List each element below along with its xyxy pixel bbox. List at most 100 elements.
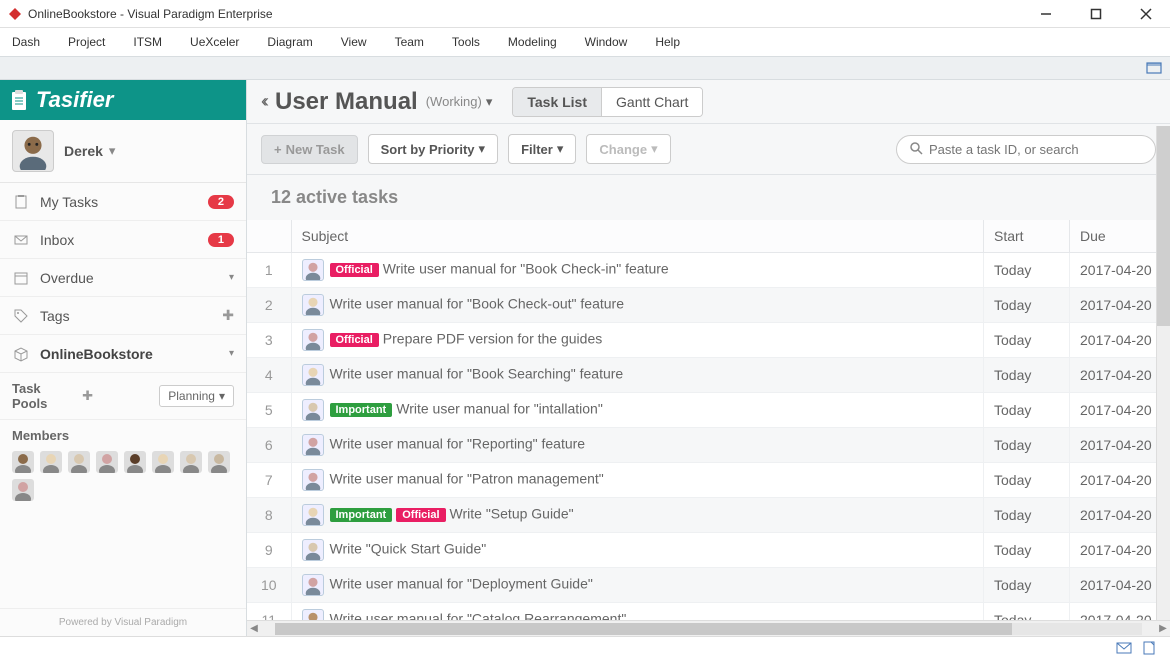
sidebar-item-overdue[interactable]: Overdue ▾ — [0, 259, 246, 297]
menu-item-view[interactable]: View — [341, 35, 367, 49]
clipboard-icon — [12, 193, 30, 211]
maximize-button[interactable] — [1080, 4, 1112, 24]
sidebar-item-inbox[interactable]: Inbox 1 — [0, 221, 246, 259]
new-task-button[interactable]: + New Task — [261, 135, 358, 164]
user-selector[interactable]: Derek ▾ — [0, 120, 246, 183]
tab-task-list[interactable]: Task List — [513, 88, 601, 116]
col-due[interactable]: Due — [1070, 220, 1170, 253]
sort-dropdown[interactable]: Sort by Priority ▾ — [368, 134, 498, 164]
menu-item-tools[interactable]: Tools — [452, 35, 480, 49]
member-avatar[interactable] — [152, 451, 174, 473]
menu-item-diagram[interactable]: Diagram — [267, 35, 312, 49]
row-start: Today — [984, 393, 1070, 428]
table-row[interactable]: 5ImportantWrite user manual for "intalla… — [247, 393, 1170, 428]
table-row[interactable]: 8ImportantOfficialWrite "Setup Guide"Tod… — [247, 498, 1170, 533]
scroll-thumb[interactable] — [275, 623, 1012, 635]
col-number[interactable] — [247, 220, 291, 253]
horizontal-scrollbar[interactable]: ◀ ▶ — [247, 620, 1170, 636]
member-avatar[interactable] — [12, 451, 34, 473]
row-subject-cell[interactable]: Write user manual for "Catalog Rearrange… — [291, 603, 984, 621]
table-row[interactable]: 4Write user manual for "Book Searching" … — [247, 358, 1170, 393]
sidebar-item-label: Tags — [40, 308, 218, 324]
menubar: Dash Project ITSM UeXceler Diagram View Team To… — [0, 28, 1170, 56]
inbox-icon — [12, 231, 30, 249]
menu-item-itsm[interactable]: ITSM — [133, 35, 162, 49]
row-number: 1 — [247, 253, 291, 288]
vertical-scrollbar[interactable] — [1156, 126, 1170, 620]
row-subject-cell[interactable]: Write user manual for "Deployment Guide" — [291, 568, 984, 603]
filter-dropdown[interactable]: Filter ▾ — [508, 134, 576, 164]
row-subject-cell[interactable]: Write user manual for "Book Check-out" f… — [291, 288, 984, 323]
menu-item-project[interactable]: Project — [68, 35, 105, 49]
table-row[interactable]: 7Write user manual for "Patron managemen… — [247, 463, 1170, 498]
table-row[interactable]: 10Write user manual for "Deployment Guid… — [247, 568, 1170, 603]
row-number: 10 — [247, 568, 291, 603]
table-row[interactable]: 9Write "Quick Start Guide"Today2017-04-2… — [247, 533, 1170, 568]
member-avatar[interactable] — [12, 479, 34, 501]
sidebar-item-tags[interactable]: Tags ✚ — [0, 297, 246, 335]
row-due: 2017-04-20 — [1070, 393, 1170, 428]
planning-dropdown[interactable]: Planning ▾ — [159, 385, 234, 407]
filter-label: Filter — [521, 142, 553, 157]
menu-item-window[interactable]: Window — [585, 35, 628, 49]
scroll-track[interactable] — [275, 623, 1142, 635]
member-avatar[interactable] — [208, 451, 230, 473]
content-header: ‹‹ User Manual (Working) ▾ Task List Gan… — [247, 80, 1170, 124]
scroll-left-icon[interactable]: ◀ — [247, 623, 261, 634]
menu-item-dash[interactable]: Dash — [12, 35, 40, 49]
row-subject-cell[interactable]: Write user manual for "Book Searching" f… — [291, 358, 984, 393]
user-avatar — [12, 130, 54, 172]
table-row[interactable]: 11Write user manual for "Catalog Rearran… — [247, 603, 1170, 621]
assignee-avatar — [302, 539, 324, 561]
mail-icon[interactable] — [1116, 640, 1132, 656]
menu-item-modeling[interactable]: Modeling — [508, 35, 557, 49]
plus-icon[interactable]: ✚ — [82, 388, 93, 404]
row-subject-cell[interactable]: OfficialWrite user manual for "Book Chec… — [291, 253, 984, 288]
close-button[interactable] — [1130, 4, 1162, 24]
back-button[interactable]: ‹‹ — [261, 91, 265, 112]
member-avatar[interactable] — [40, 451, 62, 473]
col-subject[interactable]: Subject — [291, 220, 984, 253]
member-avatar[interactable] — [124, 451, 146, 473]
sidebar-header: Tasifier — [0, 80, 246, 120]
member-avatar[interactable] — [180, 451, 202, 473]
search-box[interactable] — [896, 135, 1156, 164]
table-row[interactable]: 3OfficialPrepare PDF version for the gui… — [247, 323, 1170, 358]
vscroll-thumb[interactable] — [1157, 126, 1170, 326]
sidebar-item-project[interactable]: OnlineBookstore ▾ — [0, 335, 246, 373]
plus-icon[interactable]: ✚ — [222, 307, 234, 324]
sidebar-item-mytasks[interactable]: My Tasks 2 — [0, 183, 246, 221]
row-subject-cell[interactable]: Write "Quick Start Guide" — [291, 533, 984, 568]
note-icon[interactable] — [1142, 640, 1158, 656]
row-number: 9 — [247, 533, 291, 568]
search-input[interactable] — [929, 142, 1143, 157]
row-due: 2017-04-20 — [1070, 428, 1170, 463]
table-row[interactable]: 6Write user manual for "Reporting" featu… — [247, 428, 1170, 463]
row-due: 2017-04-20 — [1070, 253, 1170, 288]
minimize-button[interactable] — [1030, 4, 1062, 24]
table-row[interactable]: 2Write user manual for "Book Check-out" … — [247, 288, 1170, 323]
table-row[interactable]: 1OfficialWrite user manual for "Book Che… — [247, 253, 1170, 288]
app-icon — [8, 7, 22, 21]
menu-item-help[interactable]: Help — [655, 35, 680, 49]
row-subject-cell[interactable]: Write user manual for "Patron management… — [291, 463, 984, 498]
change-dropdown[interactable]: Change ▾ — [586, 134, 670, 164]
sidebar-item-label: Inbox — [40, 232, 208, 248]
row-due: 2017-04-20 — [1070, 533, 1170, 568]
caret-down-icon[interactable]: ▾ — [486, 94, 493, 110]
window-title: OnlineBookstore - Visual Paradigm Enterp… — [28, 7, 1030, 21]
member-avatar[interactable] — [96, 451, 118, 473]
member-avatar[interactable] — [68, 451, 90, 473]
col-start[interactable]: Start — [984, 220, 1070, 253]
row-subject-cell[interactable]: OfficialPrepare PDF version for the guid… — [291, 323, 984, 358]
menu-item-team[interactable]: Team — [395, 35, 424, 49]
row-subject-cell[interactable]: Write user manual for "Reporting" featur… — [291, 428, 984, 463]
menu-item-uexceler[interactable]: UeXceler — [190, 35, 239, 49]
row-subject-cell[interactable]: ImportantWrite user manual for "intallat… — [291, 393, 984, 428]
row-subject-cell[interactable]: ImportantOfficialWrite "Setup Guide" — [291, 498, 984, 533]
user-name: Derek — [64, 143, 103, 159]
tab-gantt-chart[interactable]: Gantt Chart — [601, 88, 702, 116]
scroll-right-icon[interactable]: ▶ — [1156, 623, 1170, 634]
panel-toggle-icon[interactable] — [1146, 60, 1162, 76]
page-title: User Manual — [275, 88, 418, 116]
